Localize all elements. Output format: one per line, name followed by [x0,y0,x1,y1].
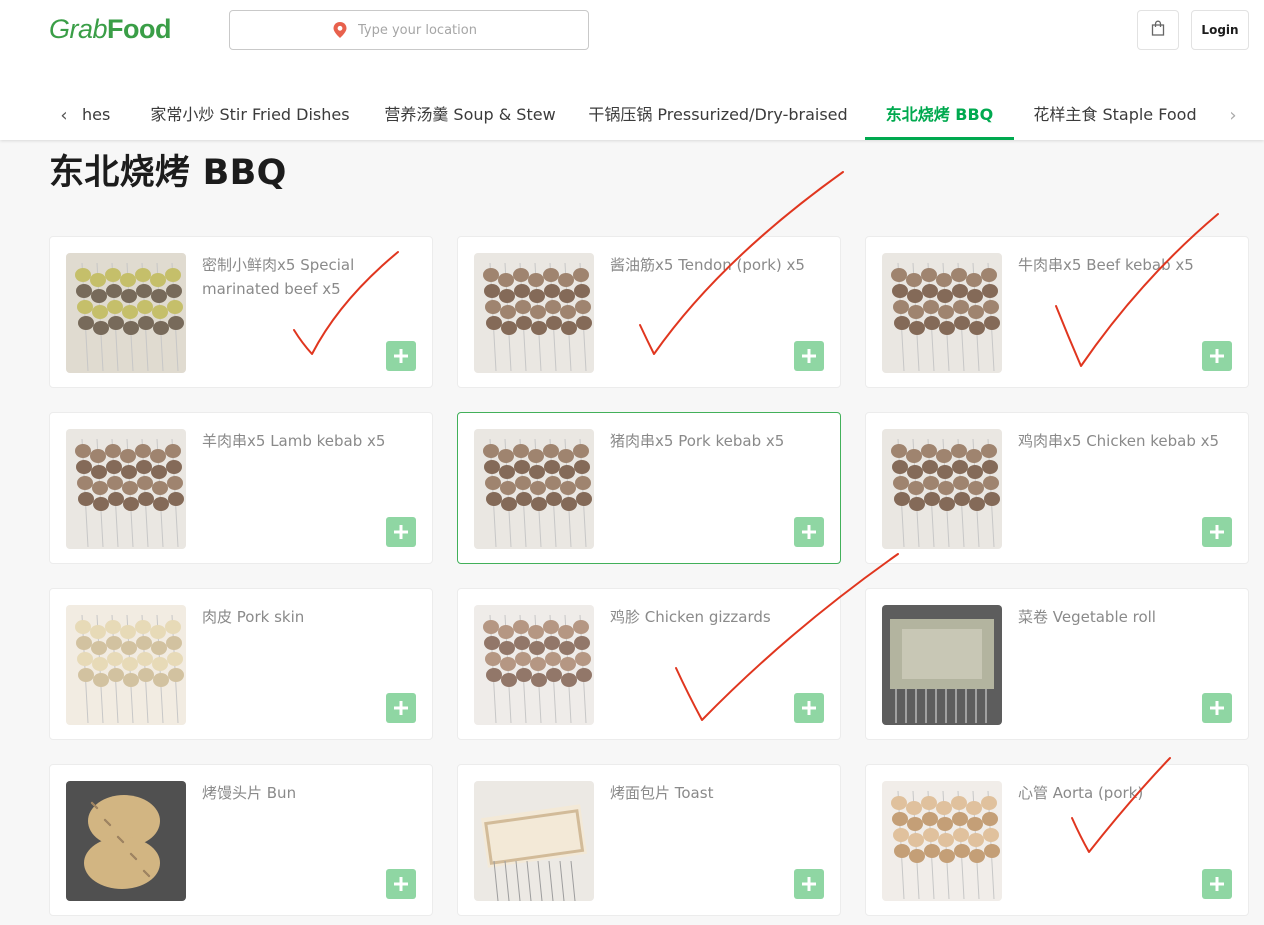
menu-item-name: 牛肉串x5 Beef kebab x5 [1018,256,1194,274]
grabfood-logo[interactable]: GrabFood [49,14,172,45]
add-item-button[interactable] [386,869,416,899]
menu-item-name: 菜卷 Vegetable roll [1018,608,1156,626]
add-item-button[interactable] [1202,693,1232,723]
menu-item-image [66,253,186,373]
chevron-right-icon[interactable]: › [1221,102,1245,128]
menu-item-card[interactable]: 心管 Aorta (pork) [865,764,1249,916]
chevron-left-icon[interactable]: ‹ [52,102,76,128]
menu-item-card[interactable]: 烤馒头片 Bun [49,764,433,916]
add-item-button[interactable] [794,693,824,723]
add-item-button[interactable] [386,341,416,371]
plus-icon [1210,701,1224,715]
menu-item-image [882,253,1002,373]
menu-item-card[interactable]: 酱油筋x5 Tendon (pork) x5 [457,236,841,388]
menu-item-name: 鸡胗 Chicken gizzards [610,608,771,626]
plus-icon [1210,349,1224,363]
menu-item-name: 烤面包片 Toast [610,784,714,802]
add-item-button[interactable] [1202,517,1232,547]
add-item-button[interactable] [794,341,824,371]
location-search-box[interactable] [229,10,589,50]
menu-item-card[interactable]: 羊肉串x5 Lamb kebab x5 [49,412,433,564]
login-button[interactable]: Login [1191,10,1249,50]
tab-stir-fried[interactable]: 家常小炒 Stir Fried Dishes [148,90,352,140]
tab-pressurized[interactable]: 干锅压锅 Pressurized/Dry-braised [586,90,850,140]
tab-staple-food[interactable]: 花样主食 Staple Food [1028,90,1202,140]
section-title: 东北烧烤 BBQ [49,153,287,193]
menu-item-name: 密制小鲜肉x5 Special marinated beef x5 [202,256,355,298]
tab-partial-left[interactable]: hes [82,90,122,140]
menu-item-card[interactable]: 牛肉串x5 Beef kebab x5 [865,236,1249,388]
menu-item-name: 羊肉串x5 Lamb kebab x5 [202,432,386,450]
plus-icon [394,349,408,363]
add-item-button[interactable] [386,517,416,547]
logo-food-text: Food [107,14,172,44]
menu-item-image [882,605,1002,725]
add-item-button[interactable] [794,517,824,547]
menu-item-card[interactable]: 密制小鲜肉x5 Special marinated beef x5 [49,236,433,388]
menu-item-card[interactable]: 肉皮 Pork skin [49,588,433,740]
menu-item-image [882,781,1002,901]
menu-item-card[interactable]: 鸡胗 Chicken gizzards [457,588,841,740]
menu-item-image [66,605,186,725]
menu-item-name: 肉皮 Pork skin [202,608,305,626]
plus-icon [1210,877,1224,891]
menu-item-card[interactable]: 鸡肉串x5 Chicken kebab x5 [865,412,1249,564]
menu-item-image [66,781,186,901]
plus-icon [394,877,408,891]
add-item-button[interactable] [794,869,824,899]
add-item-button[interactable] [1202,869,1232,899]
menu-item-image [66,429,186,549]
menu-item-name: 酱油筋x5 Tendon (pork) x5 [610,256,805,274]
plus-icon [1210,525,1224,539]
location-input[interactable] [358,22,488,38]
menu-item-image [474,781,594,901]
plus-icon [802,877,816,891]
menu-item-image [474,605,594,725]
plus-icon [394,701,408,715]
menu-item-name: 猪肉串x5 Pork kebab x5 [610,432,785,450]
menu-item-name: 鸡肉串x5 Chicken kebab x5 [1018,432,1220,450]
plus-icon [802,349,816,363]
menu-item-image [474,253,594,373]
menu-item-card[interactable]: 烤面包片 Toast [457,764,841,916]
cart-button[interactable] [1137,10,1179,50]
plus-icon [802,525,816,539]
shopping-bag-icon [1151,20,1165,40]
menu-item-name: 烤馒头片 Bun [202,784,297,802]
header: GrabFood Login ‹ hes 家常小炒 Stir Fried Dis… [0,0,1264,140]
menu-item-image [474,429,594,549]
plus-icon [802,701,816,715]
logo-grab-text: Grab [49,14,108,44]
tab-bbq[interactable]: 东北烧烤 BBQ [865,90,1014,140]
menu-item-name: 心管 Aorta (pork) [1018,784,1144,802]
category-tabs: ‹ hes 家常小炒 Stir Fried Dishes 营养汤羹 Soup &… [0,90,1264,140]
menu-item-card[interactable]: 猪肉串x5 Pork kebab x5 [457,412,841,564]
menu-item-image [882,429,1002,549]
plus-icon [394,525,408,539]
location-pin-icon [330,20,350,40]
menu-item-card[interactable]: 菜卷 Vegetable roll [865,588,1249,740]
add-item-button[interactable] [1202,341,1232,371]
tab-soup-stew[interactable]: 营养汤羹 Soup & Stew [378,90,562,140]
add-item-button[interactable] [386,693,416,723]
